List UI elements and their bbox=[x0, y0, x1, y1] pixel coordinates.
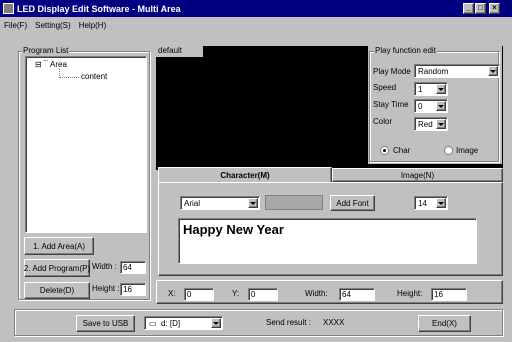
send-result-value: XXXX bbox=[323, 318, 345, 327]
play-mode-value: Random bbox=[418, 67, 449, 76]
height-label: Height : bbox=[92, 284, 120, 293]
font-size-value: 14 bbox=[418, 199, 427, 208]
y-label: Y: bbox=[232, 289, 240, 298]
maximize-button[interactable]: □ bbox=[475, 3, 486, 14]
title-bar[interactable]: LED Display Edit Software - Multi Area _… bbox=[0, 0, 512, 17]
stay-time-value: 0 bbox=[418, 102, 423, 111]
chevron-down-icon[interactable] bbox=[488, 66, 498, 76]
radio-char[interactable] bbox=[380, 146, 389, 155]
window-title: LED Display Edit Software - Multi Area bbox=[17, 3, 181, 14]
end-button[interactable]: End(X) bbox=[418, 315, 471, 332]
menu-help[interactable]: Help(H) bbox=[79, 21, 107, 30]
menu-setting[interactable]: Setting(S) bbox=[35, 21, 71, 30]
chevron-down-icon[interactable] bbox=[436, 101, 446, 111]
tab-image-label: Image(N) bbox=[400, 170, 435, 180]
program-list-title: Program List bbox=[22, 46, 70, 56]
geometry-width-field[interactable]: 64 bbox=[339, 288, 375, 301]
font-select[interactable]: Arial bbox=[180, 196, 260, 210]
save-to-usb-button[interactable]: Save to USB bbox=[76, 315, 135, 332]
font-size-select[interactable]: 14 bbox=[414, 196, 448, 210]
radio-image-label[interactable]: Image bbox=[456, 146, 478, 156]
chevron-down-icon[interactable] bbox=[248, 198, 258, 208]
speed-select[interactable]: 1 bbox=[414, 82, 448, 96]
chevron-down-icon[interactable] bbox=[436, 198, 446, 208]
height-field[interactable]: 16 bbox=[120, 283, 146, 296]
stay-time-select[interactable]: 0 bbox=[414, 99, 448, 113]
x-label: X: bbox=[168, 289, 176, 298]
x-field[interactable]: 0 bbox=[184, 288, 214, 301]
width-label: Width : bbox=[92, 262, 117, 271]
tree-line bbox=[59, 77, 79, 78]
radio-char-label[interactable]: Char bbox=[393, 146, 410, 156]
area-label[interactable]: default bbox=[156, 46, 203, 57]
drive-value: d: [D] bbox=[161, 319, 181, 328]
speed-label: Speed bbox=[373, 83, 397, 92]
tab-image[interactable]: Image(N) bbox=[332, 168, 503, 182]
menu-file[interactable]: File(F) bbox=[4, 21, 27, 30]
width-field[interactable]: 64 bbox=[120, 261, 146, 274]
text-content: Happy New Year bbox=[183, 222, 284, 237]
radio-dot-icon bbox=[383, 149, 386, 152]
tree-item-content[interactable]: content bbox=[81, 72, 107, 82]
stay-time-label: Stay Time bbox=[373, 100, 409, 109]
program-tree[interactable]: ⊟ Area content bbox=[25, 56, 147, 233]
add-area-button[interactable]: 1. Add Area(A) bbox=[24, 237, 94, 255]
font-preview-box bbox=[265, 195, 323, 210]
y-field[interactable]: 0 bbox=[248, 288, 278, 301]
menu-bar: File(F) Setting(S) Help(H) bbox=[0, 18, 512, 32]
tab-character-label: Character(M) bbox=[220, 171, 270, 180]
app-icon bbox=[3, 3, 14, 14]
add-font-button[interactable]: Add Font bbox=[330, 195, 375, 211]
geometry-width-label: Width: bbox=[305, 289, 328, 298]
geometry-height-label: Height: bbox=[397, 289, 423, 298]
color-select[interactable]: Red bbox=[414, 117, 448, 131]
drive-icon: ▭ bbox=[149, 319, 157, 328]
add-program-button[interactable]: 2. Add Program(P) bbox=[24, 259, 90, 277]
text-input-area[interactable]: Happy New Year bbox=[178, 218, 477, 264]
speed-value: 1 bbox=[418, 85, 423, 94]
play-function-title: Play function edit bbox=[374, 46, 437, 56]
color-value: Red bbox=[418, 120, 433, 129]
chevron-down-icon[interactable] bbox=[436, 84, 446, 94]
color-label: Color bbox=[373, 117, 393, 126]
close-button[interactable]: × bbox=[489, 3, 500, 14]
drive-select[interactable]: ▭ d: [D] bbox=[144, 316, 223, 330]
geometry-height-field[interactable]: 16 bbox=[431, 288, 467, 301]
play-mode-select[interactable]: Random bbox=[414, 64, 500, 78]
minimize-button[interactable]: _ bbox=[463, 3, 474, 14]
tree-toggle-icon[interactable]: ⊟ bbox=[35, 60, 42, 70]
send-result-label: Send result : bbox=[266, 318, 311, 327]
play-mode-label: Play Mode bbox=[373, 67, 411, 76]
tab-character[interactable]: Character(M) bbox=[158, 167, 332, 183]
delete-button[interactable]: Delete(D) bbox=[24, 282, 90, 299]
radio-image[interactable] bbox=[444, 146, 453, 155]
chevron-down-icon[interactable] bbox=[211, 318, 221, 328]
chevron-down-icon[interactable] bbox=[436, 119, 446, 129]
tree-line bbox=[44, 60, 48, 61]
font-value: Arial bbox=[184, 199, 201, 208]
